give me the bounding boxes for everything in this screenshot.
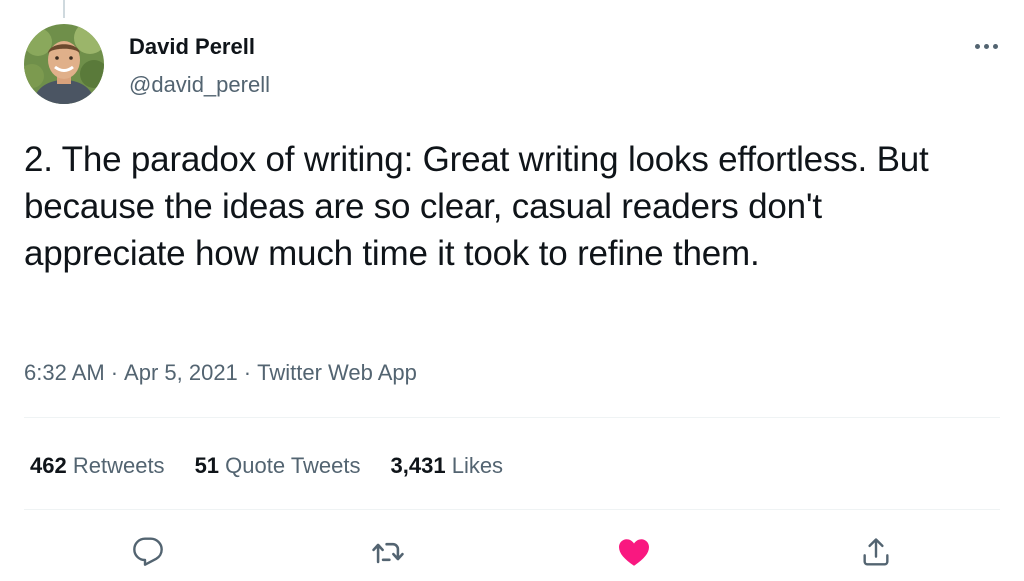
avatar[interactable] — [24, 24, 104, 104]
more-options-button[interactable] — [968, 36, 1004, 56]
tweet-text: 2. The paradox of writing: Great writing… — [24, 140, 929, 273]
retweet-button[interactable] — [368, 532, 408, 572]
reply-icon — [133, 537, 163, 566]
retweets-label: Retweets — [72, 453, 165, 478]
display-name[interactable]: David Perell — [129, 33, 270, 61]
tweet-metadata: 6:32 AM · Apr 5, 2021 · Twitter Web App — [24, 358, 417, 388]
engagement-stats: 462 Retweets 51 Quote Tweets 3,431 Likes — [30, 452, 533, 480]
thread-connector-line — [63, 0, 65, 18]
reply-button[interactable] — [128, 532, 168, 572]
retweets-stat[interactable]: 462 Retweets — [30, 452, 165, 480]
more-dot-icon — [974, 43, 980, 49]
avatar-photo-icon — [24, 24, 104, 104]
share-button[interactable] — [856, 532, 896, 572]
action-bar — [0, 532, 1024, 572]
meta-separator: · — [110, 360, 119, 385]
divider — [24, 509, 1000, 510]
more-dot-icon — [992, 43, 998, 49]
heart-icon — [619, 539, 649, 566]
quote-tweets-label: Quote Tweets — [225, 453, 361, 478]
username-handle[interactable]: @david_perell — [129, 71, 270, 99]
more-dot-icon — [983, 43, 989, 49]
meta-separator: · — [243, 360, 252, 385]
likes-label: Likes — [451, 453, 504, 478]
retweets-count: 462 — [30, 453, 67, 478]
likes-count: 3,431 — [390, 453, 446, 478]
quote-tweets-stat[interactable]: 51 Quote Tweets — [195, 452, 361, 480]
likes-stat[interactable]: 3,431 Likes — [391, 452, 504, 480]
retweet-icon — [372, 542, 404, 564]
author-block: David Perell @david_perell — [129, 33, 270, 99]
share-icon — [863, 538, 889, 566]
like-button[interactable] — [614, 532, 654, 572]
tweet-date[interactable]: Apr 5, 2021 — [124, 360, 238, 385]
tweet-time[interactable]: 6:32 AM — [24, 360, 105, 385]
divider — [24, 417, 1000, 418]
tweet-source[interactable]: Twitter Web App — [257, 360, 417, 385]
quote-tweets-count: 51 — [194, 453, 220, 478]
